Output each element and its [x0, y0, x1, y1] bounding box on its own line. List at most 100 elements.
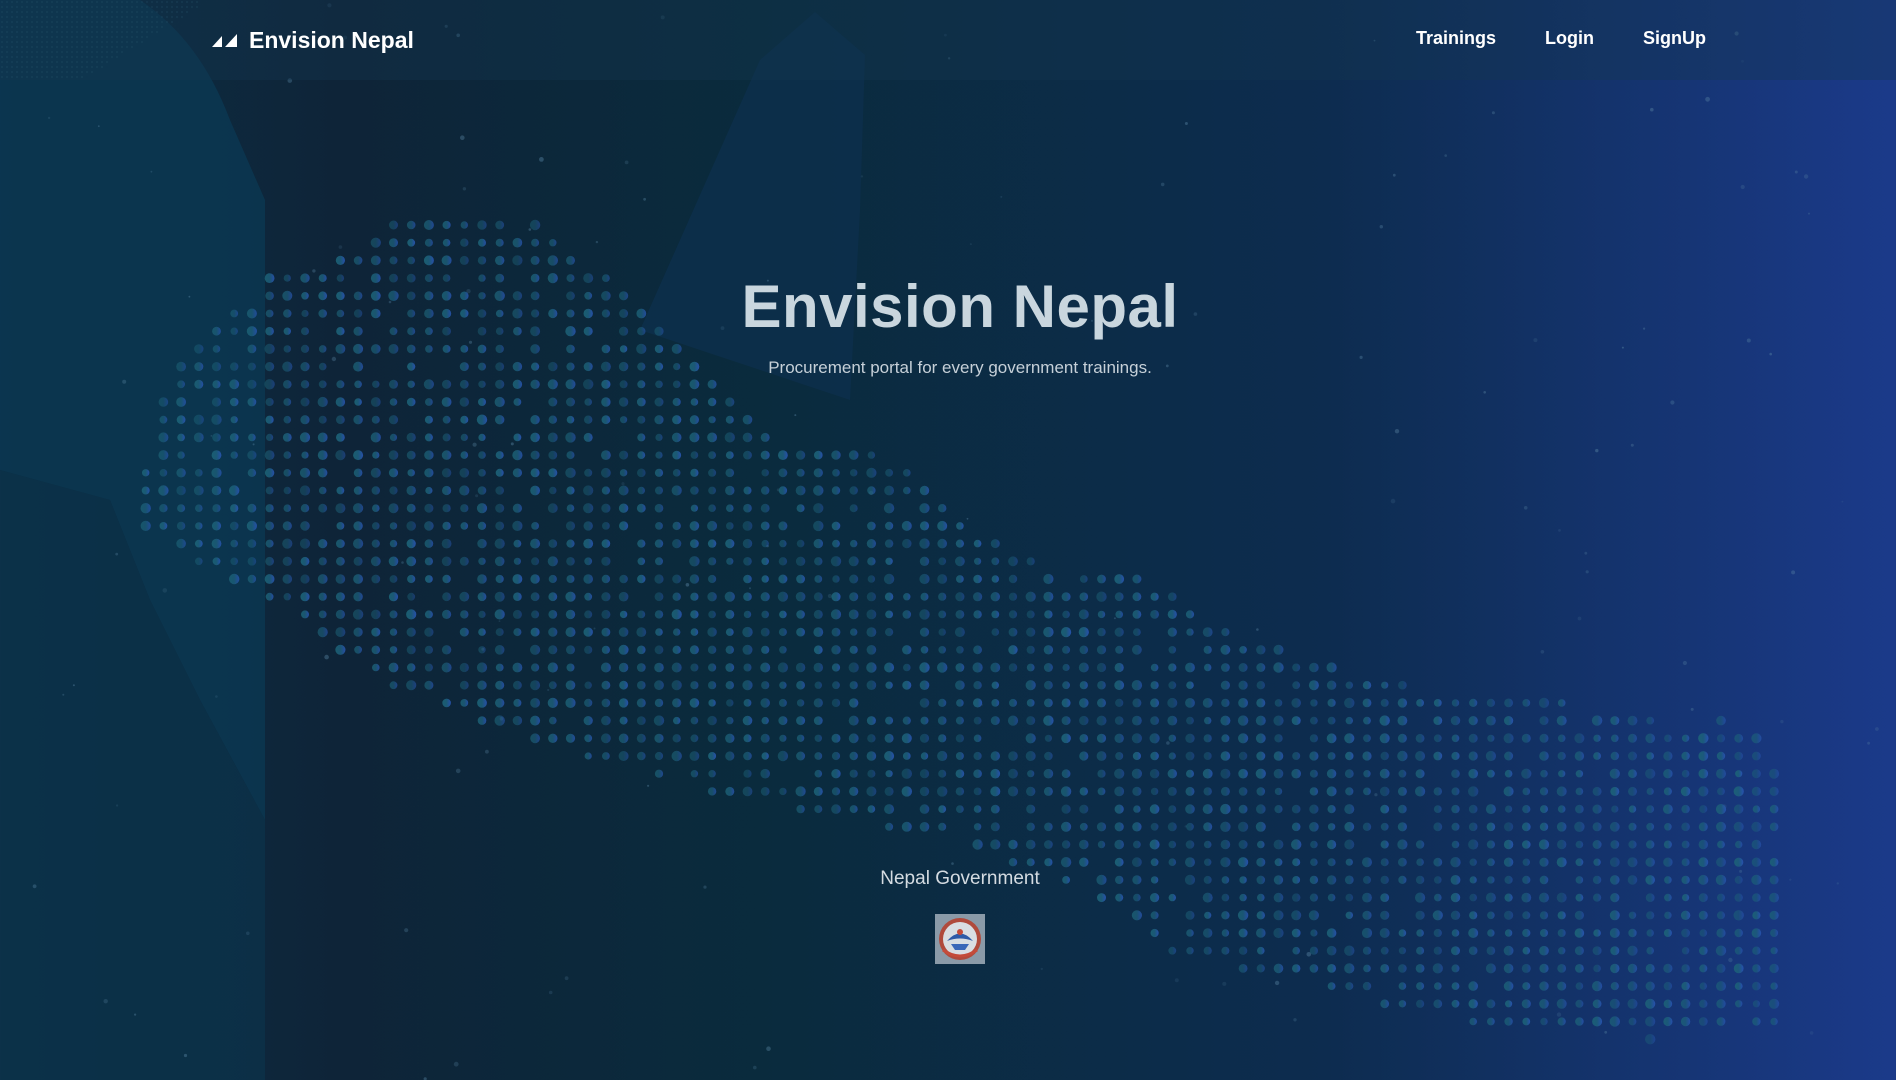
map-dot: [370, 255, 381, 266]
map-dot: [848, 662, 859, 673]
map-dot: [211, 485, 222, 496]
map-dot: [460, 221, 468, 229]
map-dot: [708, 770, 716, 778]
map-dot: [1433, 751, 1443, 761]
map-dot: [990, 592, 1000, 602]
star-dot: [485, 749, 489, 754]
map-dot: [1310, 858, 1318, 866]
map-dot: [600, 662, 611, 673]
map-dot: [760, 768, 770, 779]
map-dot: [1451, 999, 1460, 1008]
map-dot: [690, 770, 699, 778]
map-dot: [1114, 822, 1124, 832]
map-dot: [335, 255, 345, 265]
map-dot: [760, 733, 770, 743]
map-dot: [637, 680, 646, 690]
nepal-government-emblem-icon: [935, 914, 985, 964]
map-dot: [1203, 752, 1212, 760]
map-dot: [478, 451, 486, 459]
map-dot: [1398, 857, 1407, 867]
nav-link-trainings[interactable]: Trainings: [1416, 28, 1496, 49]
map-dot: [1027, 770, 1035, 778]
map-dot: [725, 645, 734, 654]
star-dot: [1577, 616, 1582, 621]
map-dot: [1256, 857, 1266, 867]
map-dot: [1769, 822, 1779, 832]
map-dot: [1487, 929, 1495, 937]
map-dot: [1079, 645, 1089, 655]
map-dot: [1186, 822, 1194, 831]
nav-link-login[interactable]: Login: [1545, 28, 1594, 49]
map-dot: [495, 344, 504, 354]
map-dot: [1061, 716, 1071, 726]
map-dot: [478, 610, 486, 619]
map-dot: [494, 396, 505, 408]
map-dot: [637, 645, 646, 655]
map-dot: [1344, 821, 1355, 832]
map-dot: [442, 592, 451, 602]
map-dot: [796, 574, 805, 584]
map-dot: [1008, 592, 1018, 601]
map-dot: [725, 751, 735, 761]
map-dot: [778, 557, 788, 566]
map-dot: [1185, 733, 1195, 743]
map-dot: [1504, 1017, 1513, 1026]
map-dot: [1769, 910, 1779, 920]
map-dot: [1539, 981, 1549, 991]
map-dot: [1255, 733, 1266, 744]
map-dot: [778, 521, 788, 531]
map-dot: [442, 344, 451, 353]
map-dot: [708, 610, 716, 619]
nav-link-signup[interactable]: SignUp: [1643, 28, 1706, 49]
map-dot: [795, 662, 806, 673]
map-dot: [1291, 822, 1301, 832]
map-dot: [1292, 752, 1301, 760]
map-dot: [601, 715, 611, 726]
map-dot: [1593, 858, 1601, 866]
map-dot: [850, 628, 858, 636]
map-dot: [1115, 645, 1124, 654]
map-dot: [1486, 946, 1496, 955]
map-dot: [1627, 998, 1638, 1009]
map-dot: [212, 557, 221, 566]
map-dot: [1202, 627, 1213, 637]
map-dot: [423, 220, 434, 230]
map-dot: [531, 663, 540, 672]
map-dot: [283, 469, 292, 477]
map-dot: [229, 573, 240, 585]
brand-logo-link[interactable]: Envision Nepal: [212, 24, 414, 56]
map-dot: [1345, 751, 1354, 761]
map-dot: [283, 415, 292, 424]
map-dot: [885, 557, 893, 565]
map-dot: [335, 609, 345, 620]
map-dot: [1698, 751, 1709, 761]
star-dot: [593, 627, 596, 630]
map-dot: [565, 467, 576, 478]
map-dot: [317, 396, 328, 408]
map-dot: [1557, 699, 1566, 707]
map-dot: [548, 681, 557, 690]
star-dot: [1621, 346, 1624, 349]
map-dot: [619, 574, 628, 584]
map-dot: [654, 769, 664, 778]
map-dot: [441, 397, 452, 407]
star-dot: [1483, 391, 1486, 394]
map-dot: [477, 680, 487, 690]
map-dot: [1061, 769, 1071, 779]
map-dot: [1308, 910, 1319, 921]
map-dot: [1026, 716, 1036, 726]
map-dot: [973, 610, 982, 619]
map-dot: [1717, 840, 1725, 849]
map-dot: [1345, 716, 1354, 725]
map-dot: [1752, 964, 1761, 973]
map-dot: [1682, 894, 1690, 902]
map-dot: [177, 433, 185, 442]
map-dot: [601, 379, 611, 389]
map-dot: [335, 627, 346, 638]
map-dot: [708, 699, 716, 707]
map-dot: [919, 573, 930, 585]
map-dot: [849, 645, 858, 654]
map-dot: [1238, 733, 1249, 744]
map-dot: [584, 645, 593, 654]
map-dot: [637, 610, 646, 619]
